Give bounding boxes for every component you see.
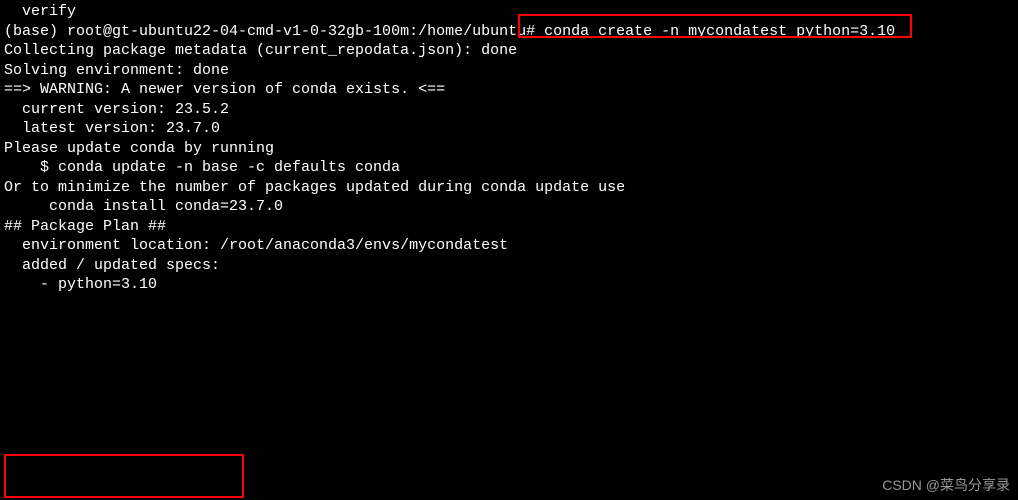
terminal-line: $ conda update -n base -c defaults conda bbox=[4, 158, 1014, 178]
terminal-line: Please update conda by running bbox=[4, 139, 1014, 159]
terminal-line: ## Package Plan ## bbox=[4, 217, 1014, 237]
terminal-line: added / updated specs: bbox=[4, 256, 1014, 276]
terminal-line: verify bbox=[4, 2, 1014, 22]
terminal-line: current version: 23.5.2 bbox=[4, 100, 1014, 120]
command-input[interactable]: conda create -n mycondatest python=3.10 bbox=[544, 23, 895, 40]
terminal-line: ==> WARNING: A newer version of conda ex… bbox=[4, 80, 1014, 100]
watermark-text: CSDN @菜鸟分享录 bbox=[882, 476, 1010, 494]
terminal-line: - python=3.10 bbox=[4, 275, 1014, 295]
terminal-line: Or to minimize the number of packages up… bbox=[4, 178, 1014, 198]
terminal-line: latest version: 23.7.0 bbox=[4, 119, 1014, 139]
terminal-prompt-line[interactable]: (base) root@gt-ubuntu22-04-cmd-v1-0-32gb… bbox=[4, 22, 1014, 42]
terminal-line: Collecting package metadata (current_rep… bbox=[4, 41, 1014, 61]
terminal-line: conda install conda=23.7.0 bbox=[4, 197, 1014, 217]
annotation-highlight-specs bbox=[4, 454, 244, 498]
terminal-line: Solving environment: done bbox=[4, 61, 1014, 81]
shell-prompt: (base) root@gt-ubuntu22-04-cmd-v1-0-32gb… bbox=[4, 23, 544, 40]
terminal-line: environment location: /root/anaconda3/en… bbox=[4, 236, 1014, 256]
